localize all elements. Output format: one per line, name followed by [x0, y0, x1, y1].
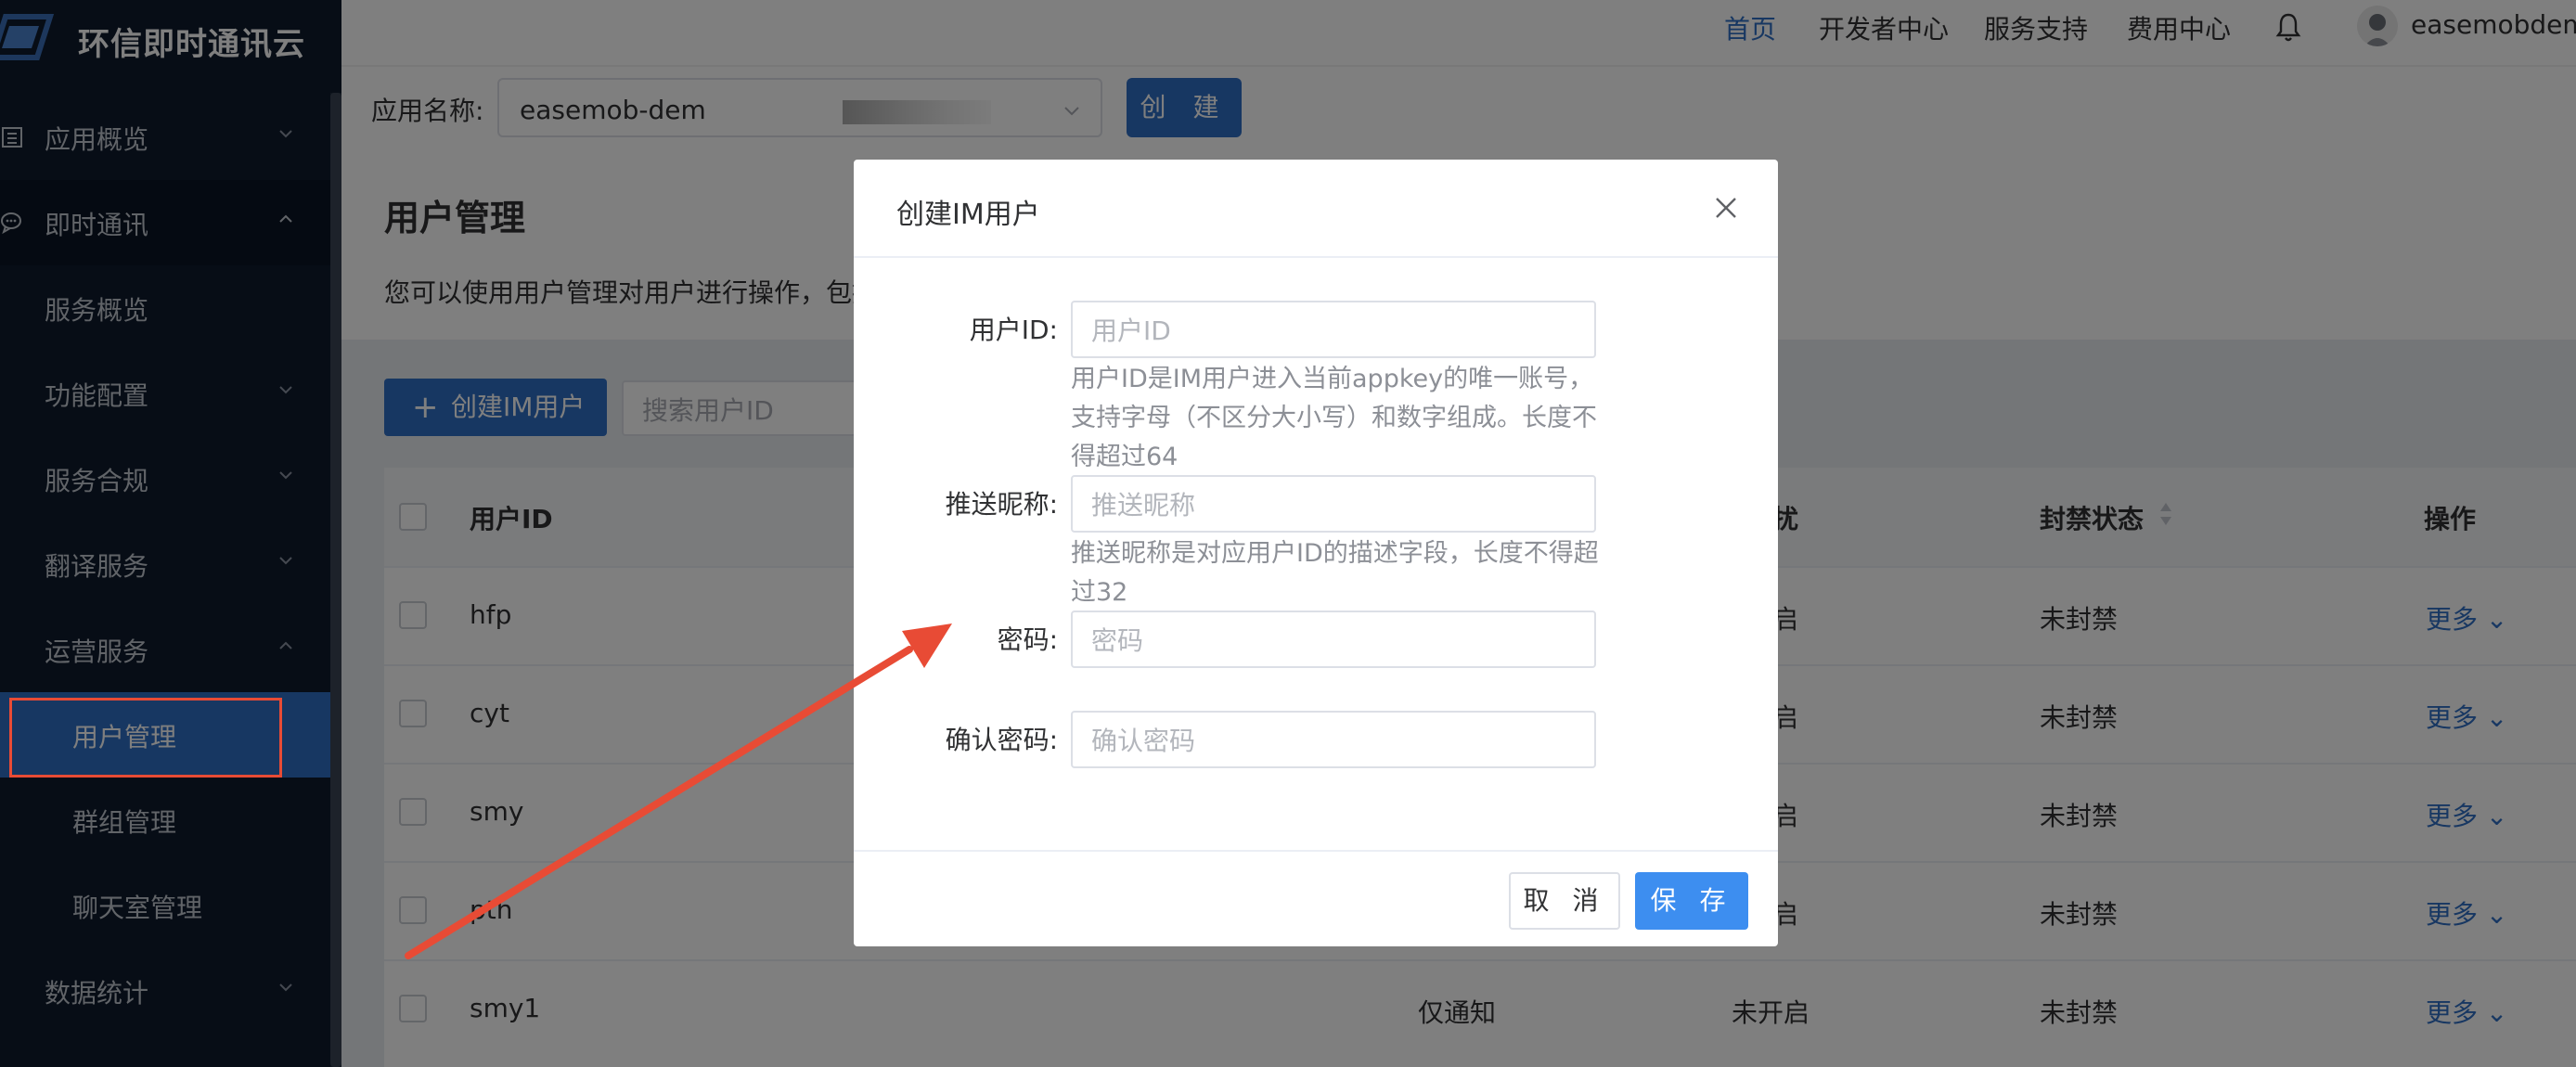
nickname-input[interactable] — [1091, 488, 1574, 521]
confirm-password-field[interactable] — [1071, 711, 1596, 768]
nickname-hint: 推送昵称是对应用户ID的描述字段，长度不得超 过32 — [1071, 534, 1609, 612]
cancel-button[interactable]: 取 消 — [1509, 872, 1620, 930]
hint-line: 支持字母（不区分大小写）和数字组成。长度不 — [1071, 404, 1597, 432]
dialog-title: 创建IM用户 — [896, 199, 1040, 231]
password-input[interactable] — [1091, 623, 1574, 657]
password-label: 密码: — [997, 624, 1058, 655]
close-icon[interactable] — [1713, 195, 1739, 221]
user-id-field[interactable] — [1071, 301, 1596, 358]
user-id-hint: 用户ID是IM用户进入当前appkey的唯一账号， 支持字母（不区分大小写）和数… — [1071, 360, 1609, 477]
hint-line: 得超过64 — [1071, 443, 1179, 471]
dialog-footer: 取 消 保 存 — [854, 850, 1778, 946]
nickname-field[interactable] — [1071, 475, 1596, 533]
confirm-password-label: 确认密码: — [945, 725, 1058, 755]
create-im-user-dialog: 创建IM用户 用户ID: 用户ID是IM用户进入当前appkey的唯一账号， 支… — [854, 160, 1778, 946]
confirm-password-input[interactable] — [1091, 724, 1574, 757]
dialog-header: 创建IM用户 — [854, 160, 1778, 258]
hint-line: 过32 — [1071, 578, 1128, 607]
hint-line: 推送昵称是对应用户ID的描述字段，长度不得超 — [1071, 539, 1599, 568]
user-id-label: 用户ID: — [969, 315, 1058, 345]
hint-line: 用户ID是IM用户进入当前appkey的唯一账号， — [1071, 365, 1594, 393]
password-field[interactable] — [1071, 611, 1596, 668]
save-button[interactable]: 保 存 — [1635, 872, 1748, 930]
user-id-input[interactable] — [1091, 314, 1574, 347]
nickname-label: 推送昵称: — [945, 489, 1058, 520]
annotation-highlight-box — [9, 698, 282, 778]
